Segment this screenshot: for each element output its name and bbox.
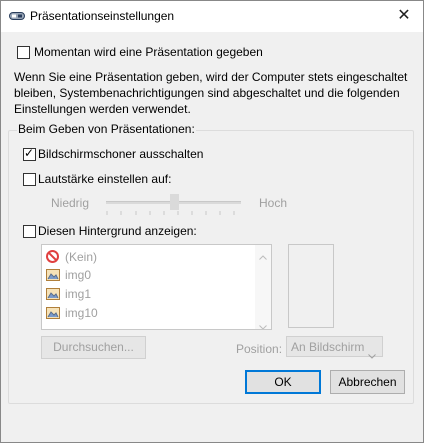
volume-slider-thumb[interactable] bbox=[169, 194, 179, 210]
browse-button[interactable]: Durchsuchen... bbox=[41, 336, 146, 359]
ok-button[interactable]: OK bbox=[245, 370, 321, 394]
background-listbox[interactable]: (Kein) img0 img1 img10 bbox=[41, 244, 272, 330]
list-item-label: img0 bbox=[65, 268, 92, 282]
position-select[interactable]: An Bildschirm bbox=[286, 336, 383, 359]
group-title: Beim Geben von Präsentationen: bbox=[17, 122, 196, 136]
list-item[interactable]: img0 bbox=[46, 266, 91, 284]
volume-high-label: Hoch bbox=[259, 196, 288, 210]
list-item-label: img1 bbox=[65, 287, 92, 301]
list-item[interactable]: (Kein) bbox=[46, 248, 97, 266]
listbox-scrollbar[interactable] bbox=[255, 245, 271, 329]
volume-low-label: Niedrig bbox=[51, 196, 90, 210]
close-button[interactable]: ✕ bbox=[391, 4, 417, 28]
title-bar: Präsentationseinstellungen ✕ bbox=[1, 1, 423, 32]
image-icon bbox=[46, 306, 60, 319]
volume-label[interactable]: Lautstärke einstellen auf: bbox=[38, 172, 171, 186]
background-preview bbox=[288, 244, 334, 328]
screensaver-checkbox[interactable] bbox=[23, 146, 36, 161]
volume-slider-ticks bbox=[106, 211, 235, 215]
image-icon bbox=[46, 268, 60, 281]
list-item[interactable]: img1 bbox=[46, 285, 91, 303]
dialog-window: Präsentationseinstellungen ✕ Momentan wi… bbox=[0, 0, 424, 443]
presenting-now-label[interactable]: Momentan wird eine Präsentation gegeben bbox=[34, 45, 263, 59]
list-item-label: (Kein) bbox=[65, 250, 98, 264]
screensaver-label[interactable]: Bildschirmschoner ausschalten bbox=[38, 147, 203, 161]
scroll-up-icon[interactable] bbox=[259, 249, 267, 263]
window-title: Präsentationseinstellungen bbox=[30, 9, 175, 23]
image-icon bbox=[46, 287, 60, 300]
list-item[interactable]: img10 bbox=[46, 304, 98, 322]
presentation-settings-icon bbox=[9, 10, 25, 25]
presenting-now-checkbox[interactable] bbox=[17, 46, 30, 59]
background-label[interactable]: Diesen Hintergrund anzeigen: bbox=[38, 224, 197, 238]
description-text: Wenn Sie eine Präsentation geben, wird d… bbox=[14, 70, 408, 116]
list-item-label: img10 bbox=[65, 306, 98, 320]
volume-checkbox[interactable] bbox=[23, 173, 36, 186]
cancel-button[interactable]: Abbrechen bbox=[330, 370, 405, 394]
background-checkbox[interactable] bbox=[23, 225, 36, 238]
scroll-down-icon[interactable] bbox=[259, 319, 267, 329]
position-label: Position: bbox=[236, 342, 283, 356]
no-entry-icon bbox=[46, 250, 60, 263]
chevron-down-icon bbox=[368, 345, 376, 366]
position-select-value: An Bildschirm bbox=[291, 340, 365, 354]
